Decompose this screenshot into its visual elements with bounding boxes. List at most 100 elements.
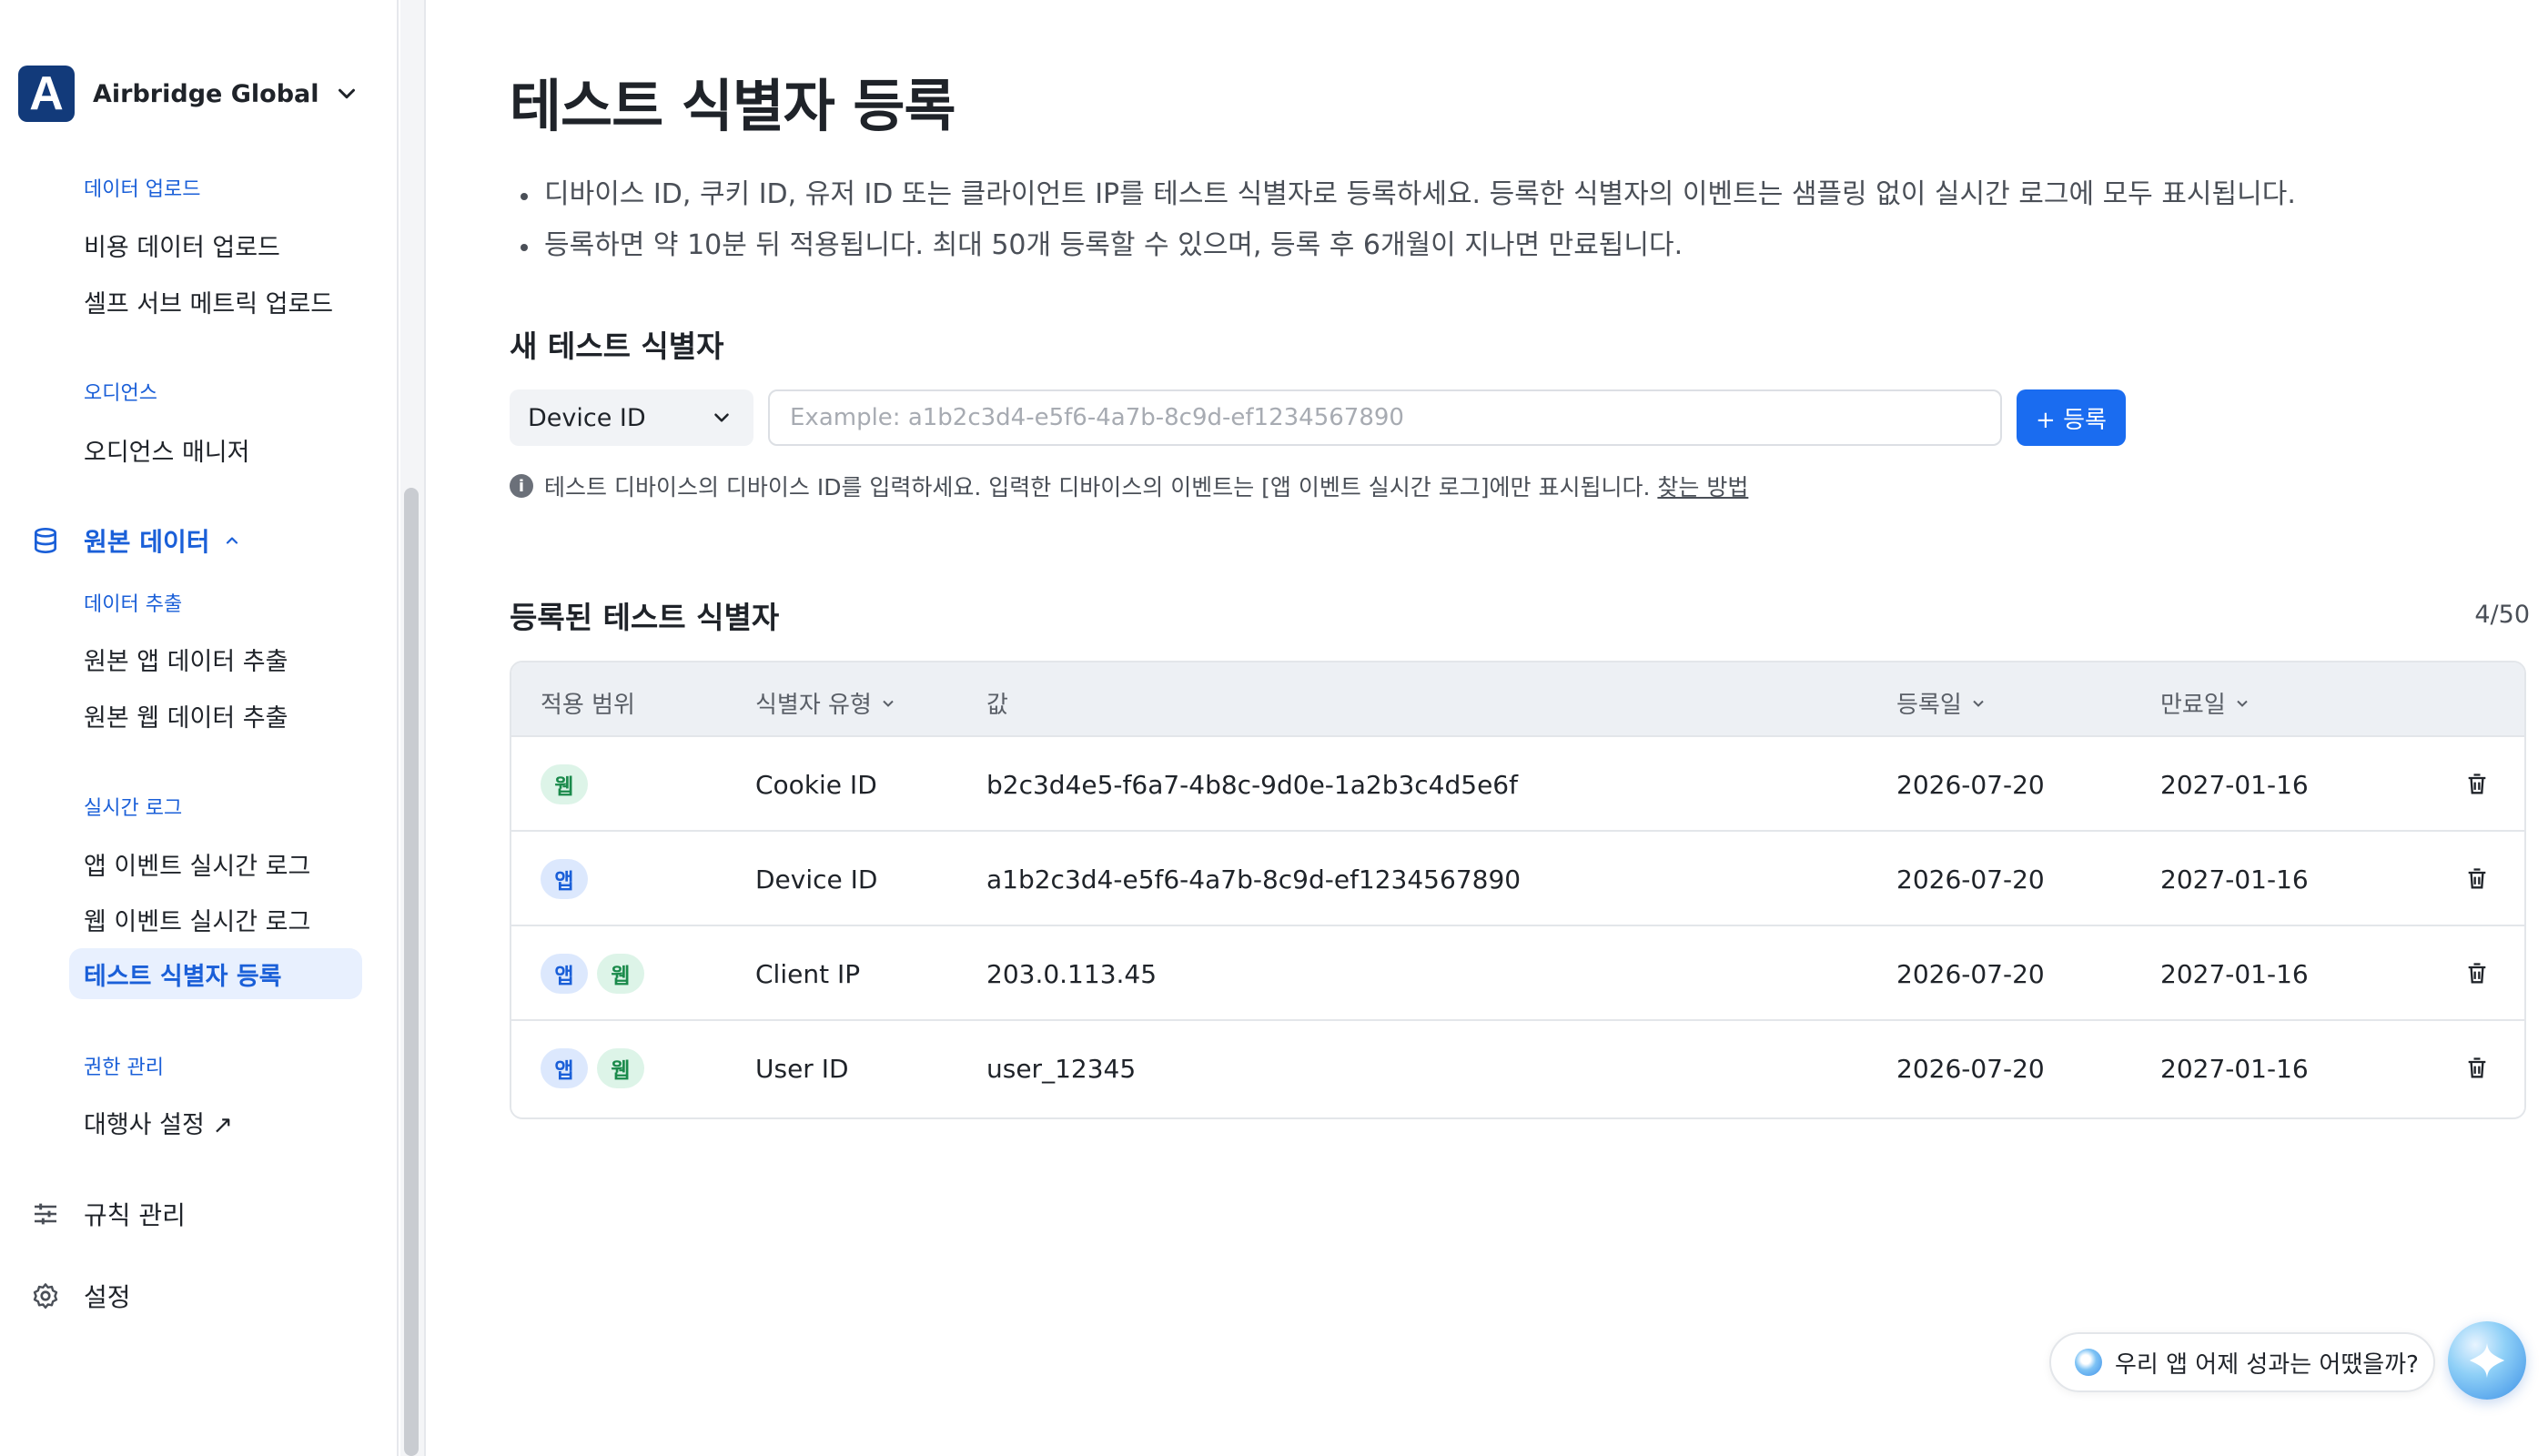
delete-button[interactable] <box>2464 926 2490 1021</box>
scope-cell: 앱 웹 <box>541 1021 653 1116</box>
sidebar-item-self-serve-upload[interactable]: 셀프 서브 메트릭 업로드 <box>84 284 333 319</box>
new-identifier-title: 새 테스트 식별자 <box>510 329 724 364</box>
sidebar-item-label: 규칙 관리 <box>84 1200 186 1230</box>
registered-cell: 2026-07-20 <box>1896 1053 2045 1084</box>
org-name: Airbridge Global <box>93 79 319 108</box>
registered-cell: 2026-07-20 <box>1896 958 2045 989</box>
expires-cell: 2027-01-16 <box>2160 958 2309 989</box>
trash-icon <box>2468 774 2486 794</box>
table-row: 앱 웹 Client IP 203.0.113.45 2026-07-20 20… <box>511 926 2524 1021</box>
trash-icon <box>2468 1057 2486 1078</box>
identifier-type-value: Device ID <box>528 403 646 432</box>
expires-cell: 2027-01-16 <box>2160 1053 2309 1084</box>
info-icon: i <box>510 474 533 498</box>
chevron-down-icon <box>883 700 894 707</box>
delete-button[interactable] <box>2464 1021 2490 1116</box>
table-row: 앱 웹 User ID user_12345 2026-07-20 2027-0… <box>511 1021 2524 1116</box>
delete-button[interactable] <box>2464 737 2490 832</box>
scope-cell: 앱 웹 <box>541 926 653 1021</box>
sidebar-scrollbar-thumb[interactable] <box>404 488 419 1456</box>
identifier-type-select[interactable]: Device ID <box>510 389 753 446</box>
type-cell: Device ID <box>755 864 878 895</box>
main-content: 테스트 식별자 등록 디바이스 ID, 쿠키 ID, 유저 ID 또는 클라이언… <box>510 0 2530 1456</box>
scope-cell: 앱 <box>541 832 597 926</box>
sidebar-item-raw-app-extract[interactable]: 원본 앱 데이터 추출 <box>84 642 288 677</box>
chevron-up-icon <box>226 537 238 544</box>
sidebar-item-raw-web-extract[interactable]: 원본 웹 데이터 추출 <box>84 698 288 733</box>
value-cell: 203.0.113.45 <box>986 958 1158 989</box>
type-cell: Client IP <box>755 958 861 989</box>
ai-suggestion-text: 우리 앱 어제 성과는 어땠을까? <box>2115 1350 2419 1379</box>
table-header: 적용 범위 식별자 유형 값 등록일 만료일 <box>511 662 2524 737</box>
gear-icon <box>29 1279 62 1312</box>
sidebar-item-audience-manager[interactable]: 오디언스 매니저 <box>84 432 249 468</box>
sparkle-icon <box>2469 1342 2505 1379</box>
register-button[interactable]: + 등록 <box>2017 389 2126 446</box>
org-switcher[interactable]: A Airbridge Global <box>18 64 360 124</box>
value-cell: user_12345 <box>986 1053 1137 1084</box>
sidebar-item-raw-data[interactable]: 원본 데이터 <box>29 522 241 559</box>
value-cell: a1b2c3d4-e5f6-4a7b-8c9d-ef1234567890 <box>986 864 1522 895</box>
ai-suggestion-bubble[interactable]: 우리 앱 어제 성과는 어땠을까? <box>2049 1332 2435 1392</box>
sidebar: A Airbridge Global 데이터 업로드 비용 데이터 업로드 셀프… <box>0 0 399 1456</box>
table-row: 앱 Device ID a1b2c3d4-e5f6-4a7b-8c9d-ef12… <box>511 832 2524 926</box>
app-badge: 앱 <box>541 954 588 994</box>
header-type[interactable]: 식별자 유형 <box>755 686 897 720</box>
sidebar-group-realtime-log: 실시간 로그 <box>84 797 183 820</box>
sidebar-item-label: 원본 데이터 <box>84 527 210 557</box>
page-title: 테스트 식별자 등록 <box>510 73 956 139</box>
sidebar-item-rules[interactable]: 규칙 관리 <box>29 1196 186 1232</box>
expires-cell: 2027-01-16 <box>2160 769 2309 800</box>
sidebar-group-permission: 권한 관리 <box>84 1057 164 1079</box>
sidebar-group-data-upload: 데이터 업로드 <box>84 178 201 201</box>
identifier-value-input[interactable] <box>768 389 2002 446</box>
description-item: 디바이스 ID, 쿠키 ID, 유저 ID 또는 클라이언트 IP를 테스트 식… <box>521 169 2296 220</box>
how-to-find-link[interactable]: 찾는 방법 <box>1657 470 1748 502</box>
identifier-count: 4/50 <box>2474 601 2530 629</box>
sidebar-item-settings[interactable]: 설정 <box>29 1278 131 1314</box>
expires-cell: 2027-01-16 <box>2160 864 2309 895</box>
trash-icon <box>2468 963 2486 984</box>
org-logo: A <box>18 66 75 122</box>
header-scope: 적용 범위 <box>541 692 635 719</box>
registered-cell: 2026-07-20 <box>1896 864 2045 895</box>
trash-icon <box>2468 868 2486 889</box>
description-list: 디바이스 ID, 쿠키 ID, 유저 ID 또는 클라이언트 IP를 테스트 식… <box>521 169 2296 271</box>
web-badge: 웹 <box>541 764 588 804</box>
chevron-down-icon <box>2237 700 2248 707</box>
scope-cell: 웹 <box>541 737 597 832</box>
help-text: 테스트 디바이스의 디바이스 ID를 입력하세요. 입력한 디바이스의 이벤트는… <box>544 474 1651 500</box>
registered-identifiers-title: 등록된 테스트 식별자 <box>510 600 780 635</box>
web-badge: 웹 <box>597 954 644 994</box>
header-expires[interactable]: 만료일 <box>2160 686 2251 720</box>
sidebar-item-app-event-log[interactable]: 앱 이벤트 실시간 로그 <box>84 846 310 882</box>
sidebar-item-label: 설정 <box>84 1282 131 1312</box>
database-icon <box>29 524 62 557</box>
input-help: i 테스트 디바이스의 디바이스 ID를 입력하세요. 입력한 디바이스의 이벤… <box>510 470 1748 502</box>
ai-assistant-button[interactable] <box>2448 1321 2526 1400</box>
sparkle-icon <box>2075 1349 2102 1376</box>
sliders-icon <box>29 1198 62 1230</box>
sidebar-item-web-event-log[interactable]: 웹 이벤트 실시간 로그 <box>84 902 310 937</box>
description-item: 등록하면 약 10분 뒤 적용됩니다. 최대 50개 등록할 수 있으며, 등록… <box>521 220 2296 271</box>
chevron-down-icon <box>714 413 729 422</box>
identifier-table: 적용 범위 식별자 유형 값 등록일 만료일 웹 Cookie ID b2c3d… <box>510 661 2526 1119</box>
sidebar-group-data-extract: 데이터 추출 <box>84 593 183 616</box>
app-badge: 앱 <box>541 859 588 899</box>
table-row: 웹 Cookie ID b2c3d4e5-f6a7-4b8c-9d0e-1a2b… <box>511 737 2524 832</box>
type-cell: User ID <box>755 1053 849 1084</box>
header-value: 값 <box>986 692 1008 719</box>
chevron-down-icon <box>1973 700 1984 707</box>
web-badge: 웹 <box>597 1048 644 1088</box>
sidebar-item-cost-upload[interactable]: 비용 데이터 업로드 <box>84 228 280 263</box>
header-registered[interactable]: 등록일 <box>1896 686 1987 720</box>
registered-cell: 2026-07-20 <box>1896 769 2045 800</box>
value-cell: b2c3d4e5-f6a7-4b8c-9d0e-1a2b3c4d5e6f <box>986 769 1518 800</box>
type-cell: Cookie ID <box>755 769 877 800</box>
app-badge: 앱 <box>541 1048 588 1088</box>
sidebar-item-test-identifier[interactable]: 테스트 식별자 등록 <box>69 948 362 999</box>
sidebar-item-agency-settings[interactable]: 대행사 설정 ↗ <box>84 1105 233 1140</box>
sidebar-group-audience: 오디언스 <box>84 382 157 405</box>
delete-button[interactable] <box>2464 832 2490 926</box>
chevron-down-icon <box>339 88 355 99</box>
